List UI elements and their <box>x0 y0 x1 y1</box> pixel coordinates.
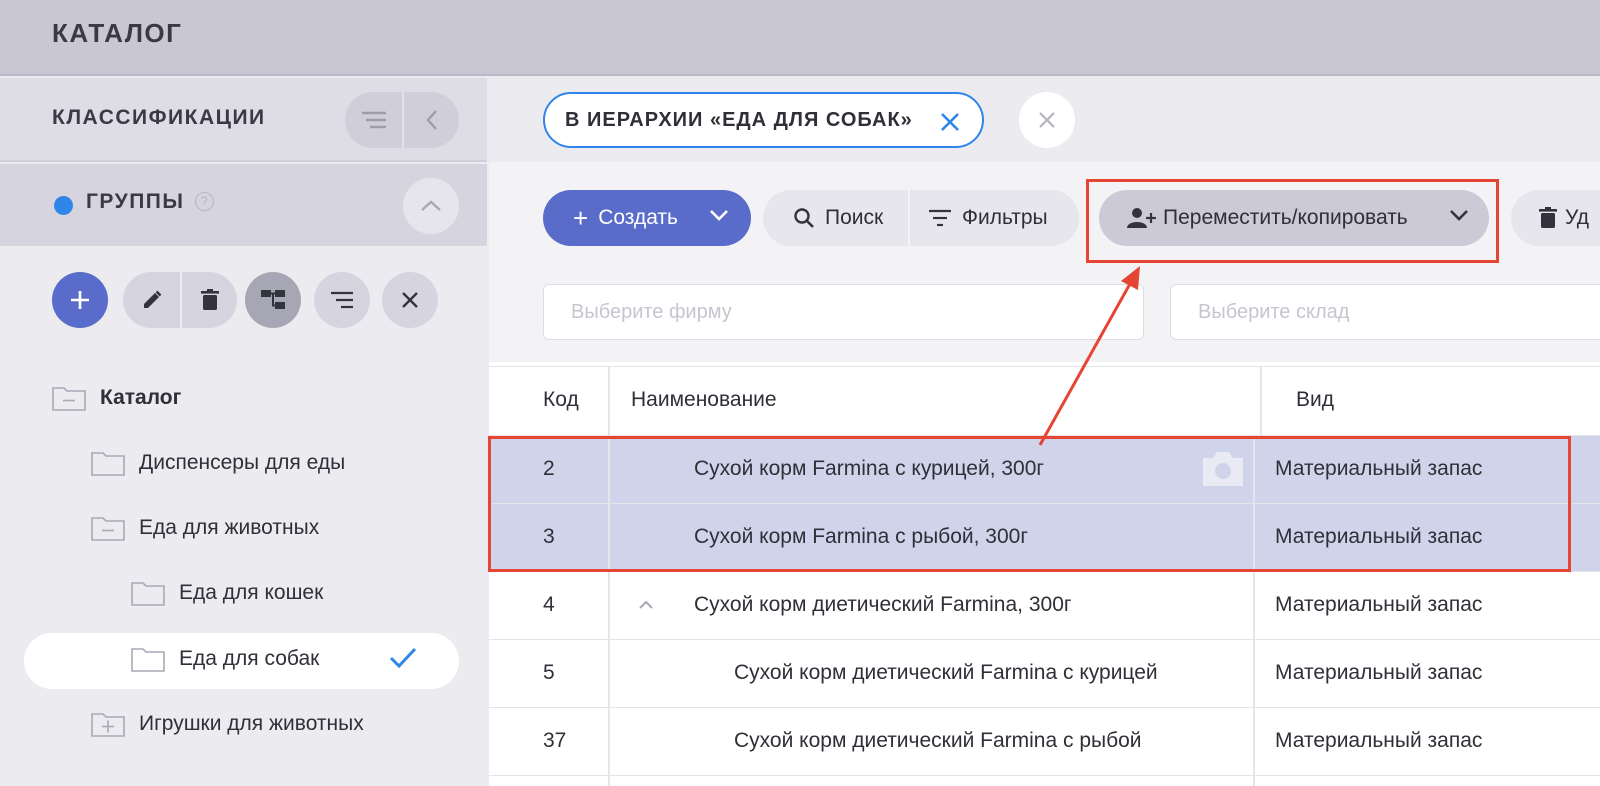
annotation-arrow <box>1038 266 1140 446</box>
